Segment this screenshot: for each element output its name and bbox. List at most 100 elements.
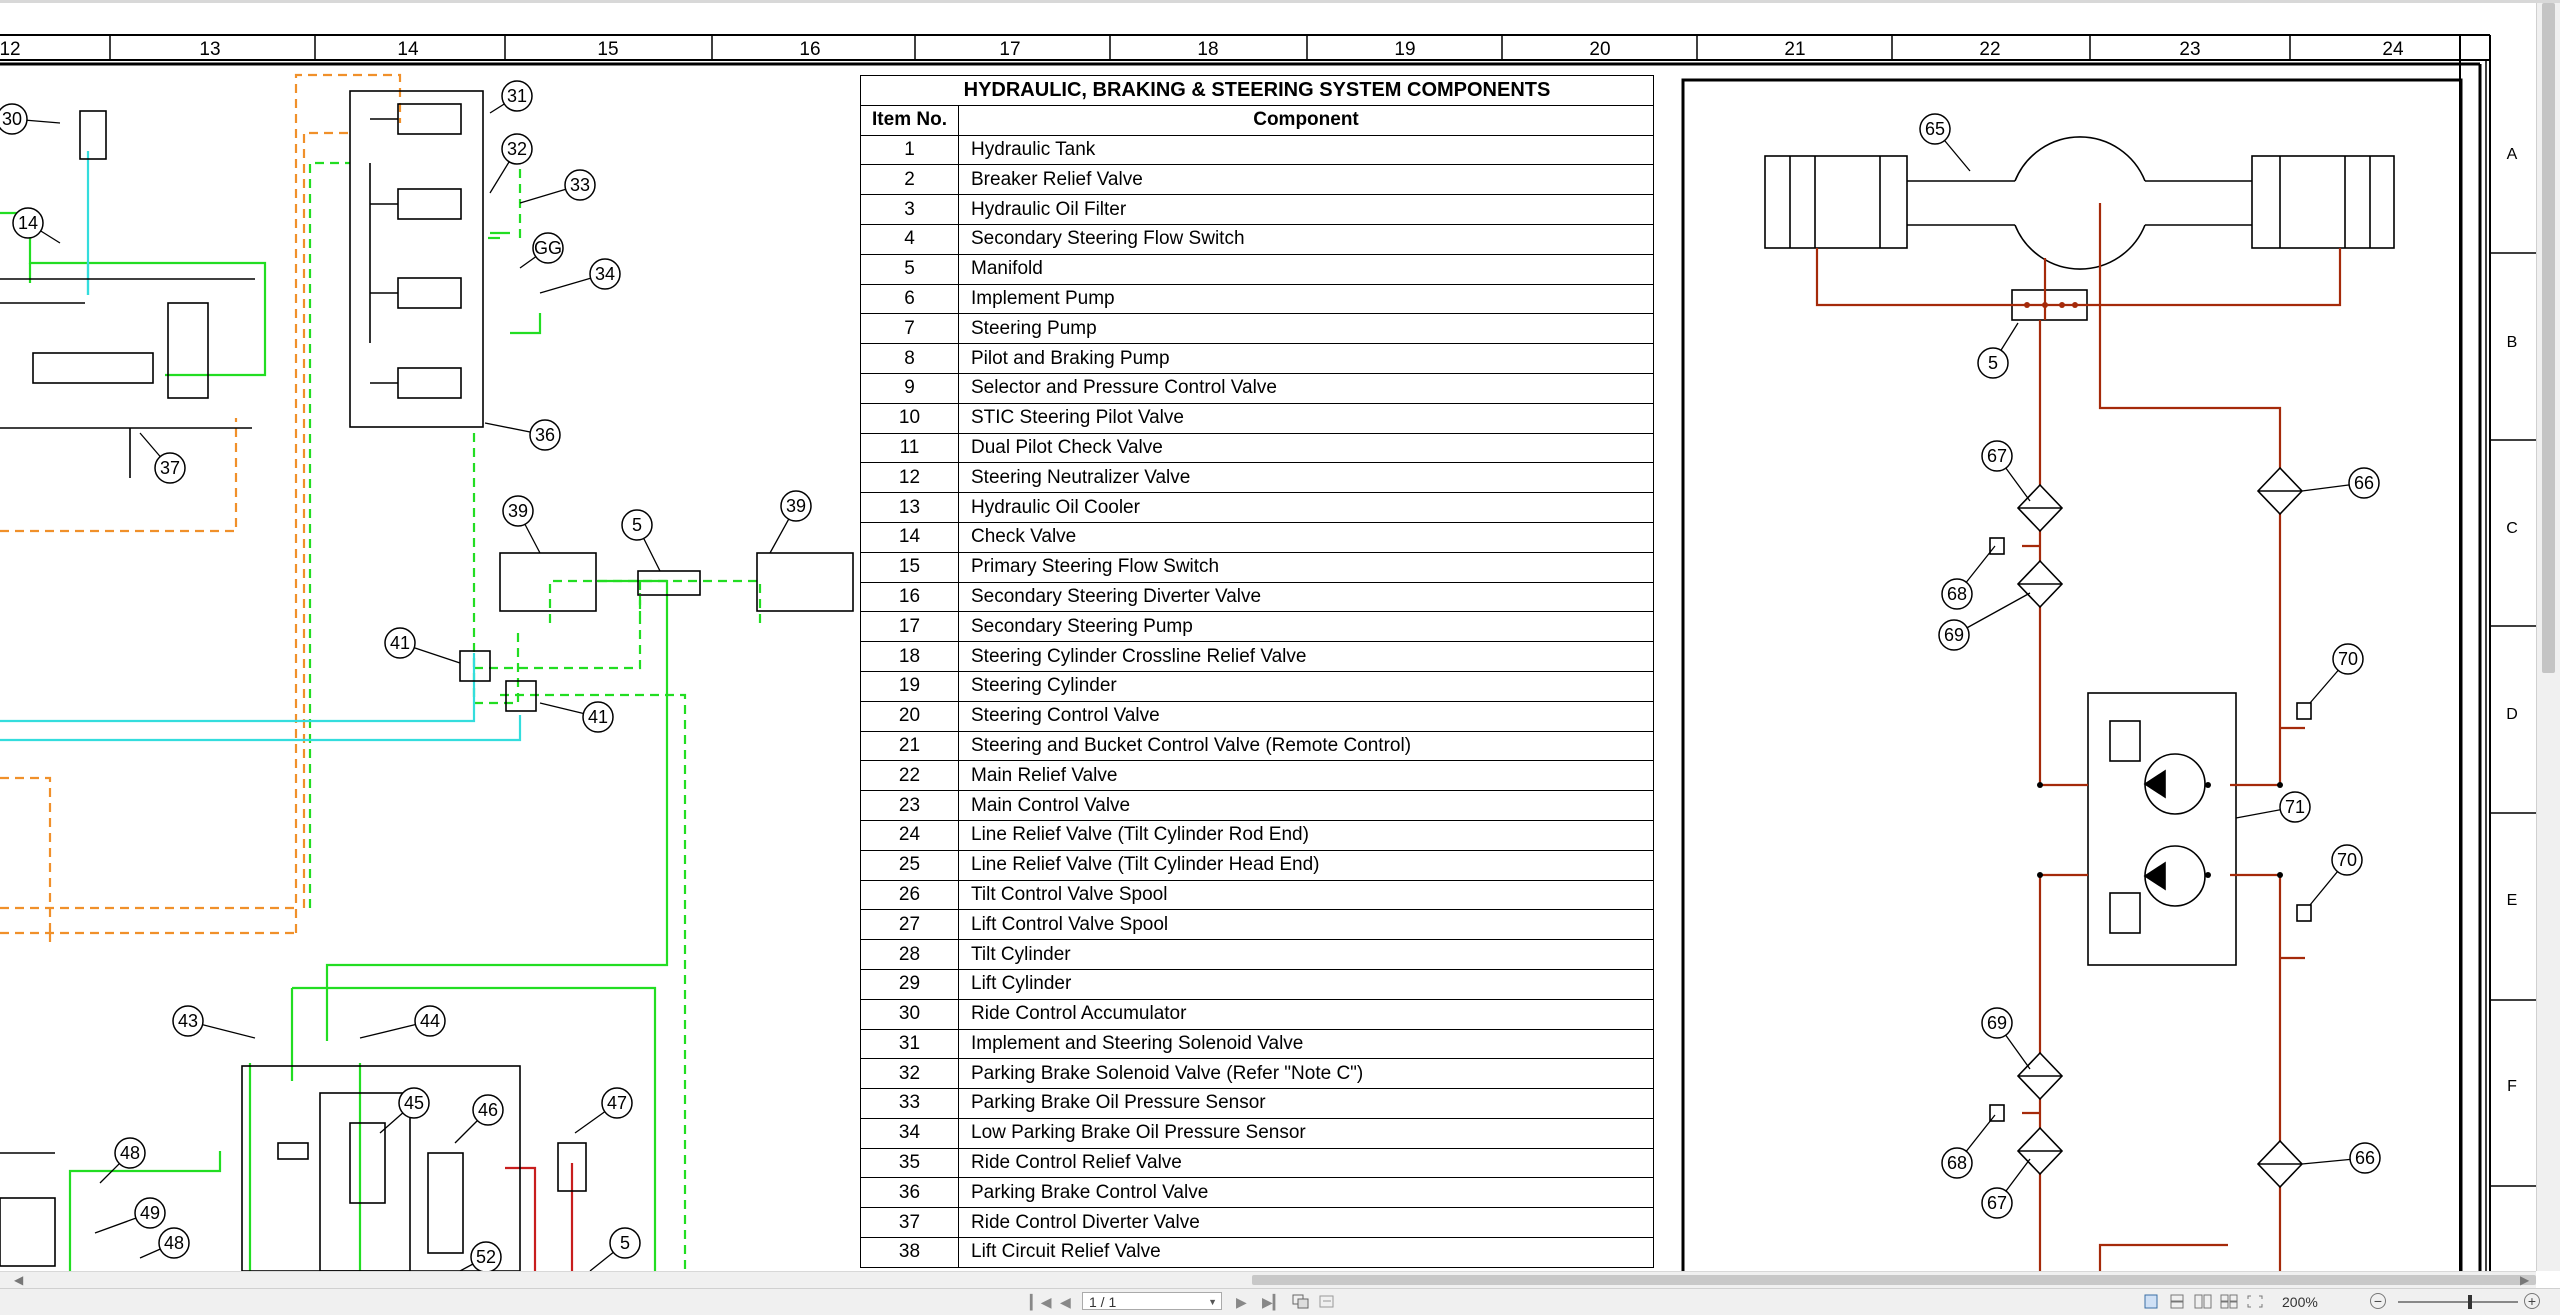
table-row: 7 Steering Pump: [860, 313, 1654, 345]
callout-bubble: 30: [0, 103, 61, 135]
item-number: 10: [860, 402, 959, 434]
ruler-column-label: 24: [2382, 39, 2404, 60]
component-name: Breaker Relief Valve: [958, 164, 1654, 196]
right-schematic: [1681, 78, 2463, 1271]
table-row: 4 Secondary Steering Flow Switch: [860, 223, 1654, 255]
callout-number: 5: [620, 1233, 630, 1253]
component-name: Lift Control Valve Spool: [958, 909, 1654, 941]
callout-bubble: 71: [2235, 791, 2311, 823]
ruler-column-label: 13: [199, 39, 220, 60]
scroll-left-arrow-icon[interactable]: ◀: [14, 1272, 23, 1288]
callout-bubble: 70: [2309, 844, 2363, 906]
vertical-scroll-thumb[interactable]: [2542, 3, 2555, 673]
callout-bubble: 39: [769, 490, 812, 554]
callout-bubble: 5: [589, 1227, 641, 1271]
next-page-icon[interactable]: ▶: [1236, 1292, 1247, 1312]
vertical-scrollbar[interactable]: [2536, 3, 2560, 1271]
zoom-out-icon[interactable]: −: [2370, 1293, 2386, 1309]
component-name: Parking Brake Solenoid Valve (Refer "Not…: [958, 1058, 1654, 1090]
document-canvas[interactable]: 12 13 14 15 16 17 18 19 20 21 22 23 24 A B C D E F: [0, 3, 2536, 1271]
callout-number: 52: [476, 1247, 496, 1267]
item-number: 22: [860, 760, 959, 792]
callout-bubble: 70: [2309, 643, 2364, 704]
callout-bubble: 43: [172, 1005, 256, 1039]
callout-bubble: 46: [454, 1094, 504, 1144]
callout-bubble: 65: [1919, 113, 1971, 172]
item-number: 30: [860, 998, 959, 1030]
continuous-view-icon[interactable]: [2168, 1294, 2186, 1309]
ruler-column-label: 16: [799, 39, 820, 60]
component-name: Steering Cylinder Crossline Relief Valve: [958, 641, 1654, 672]
component-name: Parking Brake Oil Pressure Sensor: [958, 1088, 1654, 1119]
chevron-down-icon[interactable]: ▼: [1208, 1293, 1217, 1311]
table-row: 29 Lift Cylinder: [860, 968, 1654, 1000]
component-name: Secondary Steering Pump: [958, 611, 1654, 643]
item-number: 28: [860, 939, 959, 970]
callout-number: 68: [1947, 1153, 1967, 1173]
ruler-column-label: 22: [1979, 39, 2000, 60]
component-name: Pilot and Braking Pump: [958, 343, 1654, 374]
ruler-column-label: 20: [1589, 39, 1610, 60]
table-row: 38 Lift Circuit Relief Valve: [860, 1237, 1654, 1268]
first-page-icon[interactable]: ▎◀: [1030, 1292, 1052, 1312]
table-row: 30 Ride Control Accumulator: [860, 998, 1654, 1030]
callout-bubble: 67: [1981, 440, 2031, 502]
zoom-slider-handle[interactable]: [2468, 1295, 2472, 1309]
table-row: 32 Parking Brake Solenoid Valve (Refer "N…: [860, 1058, 1654, 1090]
single-page-view-icon[interactable]: [2142, 1294, 2160, 1309]
item-number: 7: [860, 313, 959, 345]
prev-page-icon[interactable]: ◀: [1060, 1292, 1071, 1312]
ruler-row-label: F: [2507, 1078, 2517, 1095]
component-name: Hydraulic Tank: [958, 134, 1654, 166]
callout-number: 66: [2355, 1148, 2375, 1168]
callout-number: 5: [1988, 353, 1998, 373]
zoom-slider[interactable]: [2398, 1301, 2518, 1303]
ruler-column-label: 12: [0, 39, 21, 60]
table-title-row: HYDRAULIC, BRAKING & STEERING SYSTEM COM…: [860, 75, 1654, 106]
zoom-in-icon[interactable]: +: [2524, 1293, 2540, 1309]
ruler-column-label: 15: [597, 39, 618, 60]
callout-bubble: 41: [539, 701, 614, 733]
table-row: 5 Manifold: [860, 253, 1654, 285]
item-number: 27: [860, 909, 959, 941]
component-name: Lift Circuit Relief Valve: [958, 1237, 1654, 1268]
horizontal-scroll-thumb[interactable]: [1252, 1275, 2536, 1285]
components-table: HYDRAULIC, BRAKING & STEERING SYSTEM COM…: [860, 75, 1654, 1268]
table-row: 12 Steering Neutralizer Valve: [860, 462, 1654, 494]
callout-bubble: 37: [139, 432, 186, 484]
callout-number: 5: [632, 515, 642, 535]
callout-number: 70: [2338, 649, 2358, 669]
item-number: 13: [860, 492, 959, 523]
callout-number: 48: [120, 1143, 140, 1163]
callout-bubble: 33: [519, 169, 596, 204]
item-number: 26: [860, 879, 959, 911]
table-row: 20 Steering Control Valve: [860, 700, 1654, 732]
callout-bubble: 14: [12, 207, 61, 244]
callout-number: 68: [1947, 584, 1967, 604]
component-name: Manifold: [958, 253, 1654, 285]
ruler-row-label: A: [2507, 146, 2518, 163]
horizontal-scrollbar[interactable]: ◀ ▶: [0, 1271, 2536, 1288]
callout-bubble: 47: [574, 1087, 633, 1134]
table-row: 16 Secondary Steering Diverter Valve: [860, 581, 1654, 613]
two-page-continuous-icon[interactable]: [2220, 1294, 2238, 1309]
two-page-view-icon[interactable]: [2194, 1294, 2212, 1309]
callout-bubble: 34: [539, 258, 621, 294]
fit-page-icon[interactable]: [2246, 1294, 2264, 1309]
component-name: Hydraulic Oil Cooler: [958, 492, 1654, 523]
component-name: Implement Pump: [958, 283, 1654, 315]
item-number: 15: [860, 551, 959, 583]
callout-bubble: 31: [489, 80, 533, 114]
ruler-column-label: 14: [397, 39, 419, 60]
last-page-icon[interactable]: ▶▎: [1262, 1292, 1284, 1312]
ruler-column-label: 21: [1784, 39, 1805, 60]
copy-page-icon[interactable]: [1292, 1294, 1310, 1309]
item-number: 4: [860, 223, 959, 255]
page-setup-icon[interactable]: [1318, 1294, 1336, 1309]
zoom-level[interactable]: 200%: [2282, 1293, 2318, 1311]
page-number-field[interactable]: 1 / 1 ▼: [1082, 1292, 1222, 1310]
component-name: Line Relief Valve (Tilt Cylinder Rod End…: [958, 819, 1654, 851]
scroll-right-arrow-icon[interactable]: ▶: [2520, 1272, 2529, 1288]
callout-number: 41: [588, 707, 608, 727]
table-row: 35 Ride Control Relief Valve: [860, 1147, 1654, 1179]
